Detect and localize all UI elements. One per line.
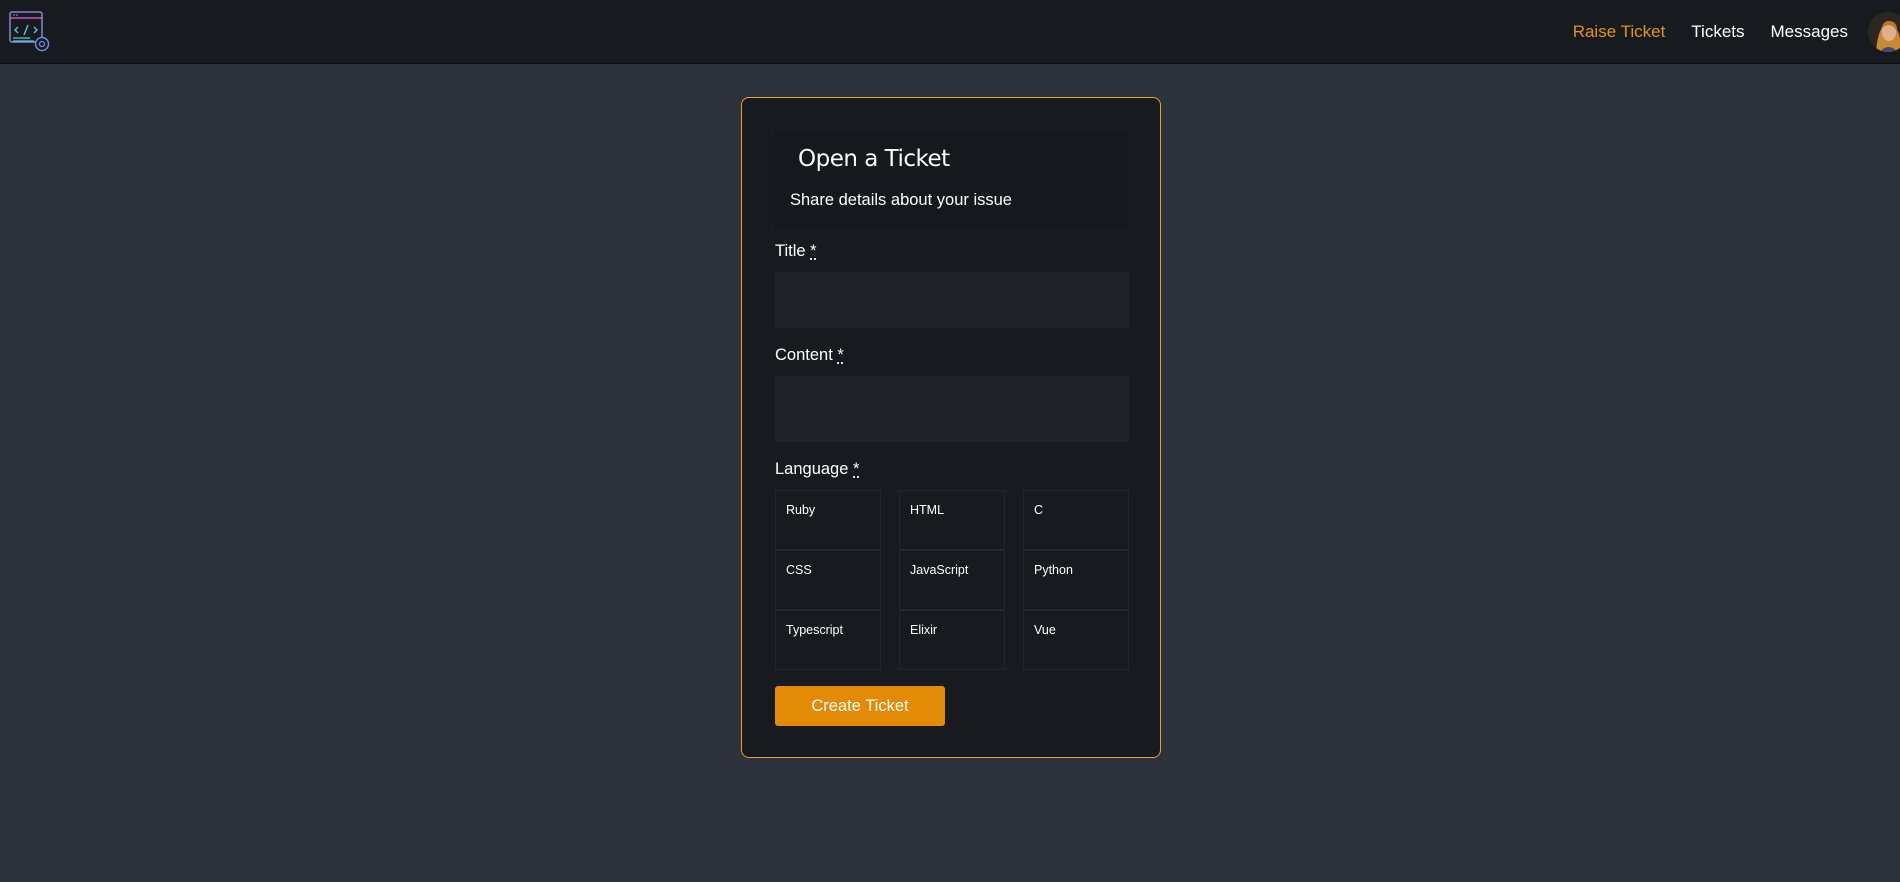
language-option-html[interactable]: HTML	[899, 490, 1005, 550]
language-option-python[interactable]: Python	[1023, 550, 1129, 610]
language-option-label: Vue	[1034, 623, 1056, 637]
user-avatar[interactable]	[1868, 12, 1900, 52]
page-title: Open a Ticket	[798, 146, 950, 172]
language-option-label: Python	[1034, 563, 1073, 577]
language-option-label: HTML	[910, 503, 945, 517]
content-label: Content *	[775, 346, 844, 365]
language-option-label: CSS	[786, 563, 812, 577]
required-marker: *	[810, 242, 817, 260]
card-header: Open a Ticket Share details about your i…	[775, 131, 1128, 229]
nav-raise-ticket[interactable]: Raise Ticket	[1573, 22, 1666, 42]
code-logo-icon[interactable]	[8, 10, 52, 54]
language-option-c[interactable]: C	[1023, 490, 1129, 550]
language-option-css[interactable]: CSS	[775, 550, 881, 610]
ticket-form-card: Open a Ticket Share details about your i…	[741, 97, 1161, 758]
top-navbar: Raise Ticket Tickets Messages	[0, 0, 1900, 64]
language-option-typescript[interactable]: Typescript	[775, 610, 881, 670]
required-marker: *	[837, 346, 844, 364]
nav-links: Raise Ticket Tickets Messages	[1573, 0, 1900, 64]
required-marker: *	[853, 460, 860, 478]
language-option-label: Typescript	[786, 623, 843, 637]
language-option-label: JavaScript	[910, 563, 969, 577]
create-ticket-button[interactable]: Create Ticket	[775, 686, 945, 726]
language-option-ruby[interactable]: Ruby	[775, 490, 881, 550]
language-option-label: Ruby	[786, 503, 816, 517]
language-option-label: C	[1034, 503, 1044, 517]
language-option-elixir[interactable]: Elixir	[899, 610, 1005, 670]
language-options-grid: Ruby HTML C CSS JavaScript Python Typesc…	[775, 490, 1129, 670]
title-label-text: Title	[775, 242, 806, 260]
page-subtitle: Share details about your issue	[790, 191, 1012, 209]
language-option-vue[interactable]: Vue	[1023, 610, 1129, 670]
language-option-javascript[interactable]: JavaScript	[899, 550, 1005, 610]
language-option-label: Elixir	[910, 623, 938, 637]
language-label: Language *	[775, 460, 859, 479]
language-label-text: Language	[775, 460, 849, 478]
nav-tickets[interactable]: Tickets	[1691, 22, 1744, 42]
content-label-text: Content	[775, 346, 833, 364]
content-textarea[interactable]	[775, 376, 1129, 442]
title-input[interactable]	[775, 272, 1129, 328]
nav-messages[interactable]: Messages	[1771, 22, 1848, 42]
title-label: Title *	[775, 242, 817, 261]
